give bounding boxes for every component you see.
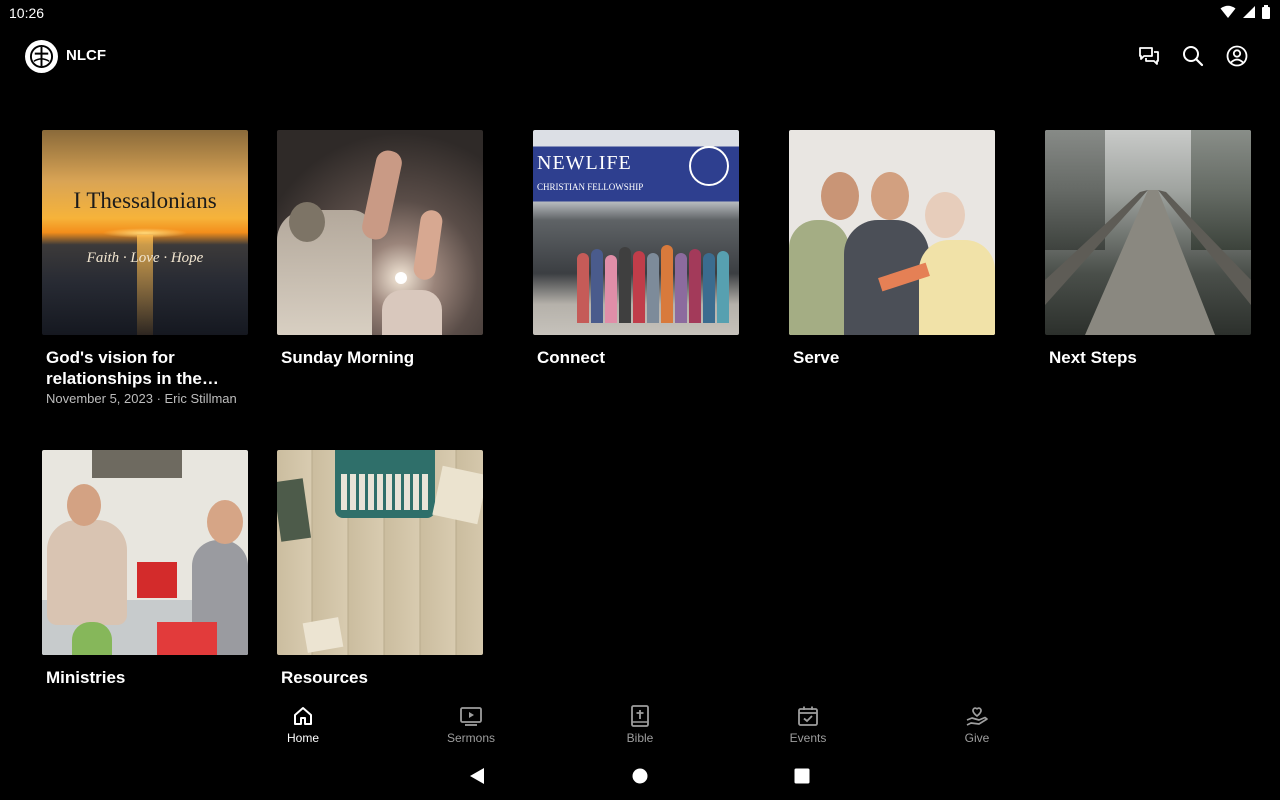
tile-resources[interactable]: Resources bbox=[277, 450, 483, 688]
nav-label: Bible bbox=[626, 731, 654, 745]
status-bar: 10:26 bbox=[0, 0, 1280, 26]
next-steps-thumbnail bbox=[1045, 130, 1251, 335]
boardwalk-graphic bbox=[1045, 190, 1251, 335]
nav-sermons[interactable]: Sermons bbox=[426, 704, 516, 745]
tile-title: Serve bbox=[793, 348, 840, 367]
system-back-button[interactable] bbox=[466, 765, 488, 787]
calendar-check-icon bbox=[798, 706, 818, 726]
tile-meta: November 5, 2023 · Eric Stillman bbox=[46, 391, 237, 406]
nav-events[interactable]: Events bbox=[763, 704, 853, 745]
tile-title: Connect bbox=[537, 348, 605, 367]
battery-icon bbox=[1262, 5, 1270, 19]
tile-serve[interactable]: Serve bbox=[789, 130, 995, 368]
nav-label: Home bbox=[286, 731, 319, 745]
chat-icon bbox=[1139, 47, 1159, 65]
tile-title: Ministries bbox=[46, 668, 126, 687]
church-sign-subtitle: CHRISTIAN FELLOWSHIP bbox=[537, 182, 644, 192]
app-bar-actions bbox=[1136, 43, 1250, 69]
ministries-thumbnail bbox=[42, 450, 248, 655]
tile-ministries[interactable]: Ministries bbox=[42, 450, 248, 688]
account-button[interactable] bbox=[1224, 43, 1250, 69]
nav-home[interactable]: Home bbox=[258, 704, 348, 745]
play-screen-icon bbox=[460, 707, 482, 726]
thumb-overlay-subtitle: Faith · Love · Hope bbox=[86, 250, 204, 266]
tile-next-steps[interactable]: Next Steps bbox=[1045, 130, 1251, 368]
cross-logo-icon bbox=[29, 44, 54, 69]
status-icons bbox=[1220, 5, 1270, 19]
tile-sermon[interactable]: I Thessalonians Faith · Love · Hope God'… bbox=[42, 130, 248, 406]
tile-title: Sunday Morning bbox=[281, 348, 415, 367]
sunday-morning-thumbnail bbox=[277, 130, 483, 335]
nav-label: Events bbox=[789, 731, 827, 745]
nav-label: Sermons bbox=[446, 731, 496, 745]
system-recents-button[interactable] bbox=[791, 765, 813, 787]
app-title: NLCF bbox=[66, 47, 106, 64]
connect-thumbnail: NEWLIFE CHRISTIAN FELLOWSHIP bbox=[533, 130, 739, 335]
cell-signal-icon bbox=[1243, 6, 1255, 18]
system-home-button[interactable] bbox=[629, 765, 651, 787]
recents-icon bbox=[794, 768, 810, 784]
wifi-icon bbox=[1220, 5, 1236, 18]
chat-button[interactable] bbox=[1136, 43, 1162, 69]
resources-thumbnail bbox=[277, 450, 483, 655]
bible-icon bbox=[631, 705, 649, 727]
nav-label: Give bbox=[964, 731, 990, 745]
tile-title: Resources bbox=[281, 668, 368, 687]
home-icon bbox=[294, 707, 312, 725]
app-logo[interactable] bbox=[25, 40, 58, 73]
tile-sunday-morning[interactable]: Sunday Morning bbox=[277, 130, 483, 368]
tile-connect[interactable]: NEWLIFE CHRISTIAN FELLOWSHIP Connect bbox=[533, 130, 739, 368]
church-sign-title: NEWLIFE bbox=[537, 152, 632, 174]
give-hand-heart-icon bbox=[966, 707, 988, 726]
thumb-overlay-title: I Thessalonians bbox=[73, 188, 217, 213]
app-bar: NLCF bbox=[0, 34, 1280, 78]
home-circle-icon bbox=[632, 768, 648, 784]
status-time: 10:26 bbox=[9, 5, 45, 21]
tile-title: God's vision for relationships in the ch… bbox=[46, 348, 202, 388]
bottom-nav: Home Sermons Bible Events Give bbox=[0, 700, 1280, 750]
system-nav-bar bbox=[0, 755, 1280, 800]
nav-give[interactable]: Give bbox=[932, 704, 1022, 745]
account-icon bbox=[1226, 45, 1248, 67]
serve-thumbnail bbox=[789, 130, 995, 335]
search-button[interactable] bbox=[1180, 43, 1206, 69]
tile-title: Next Steps bbox=[1049, 348, 1137, 367]
nav-bible[interactable]: Bible bbox=[595, 704, 685, 745]
sermon-thumbnail: I Thessalonians Faith · Love · Hope bbox=[42, 130, 248, 335]
search-icon bbox=[1183, 46, 1204, 67]
back-icon bbox=[470, 768, 484, 784]
